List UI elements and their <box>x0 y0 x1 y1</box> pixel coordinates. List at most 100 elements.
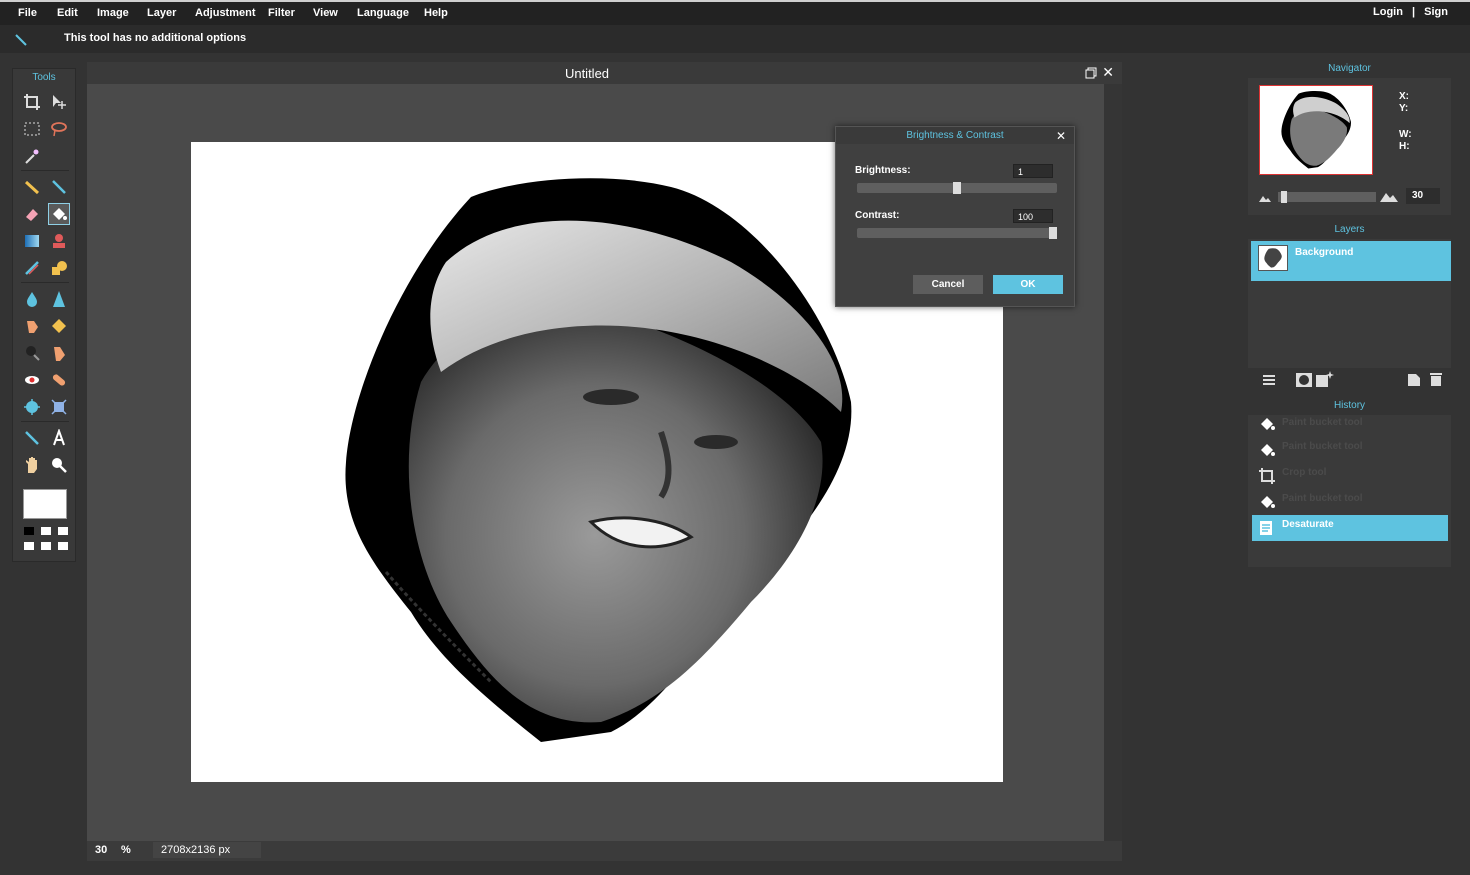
brightness-slider[interactable] <box>857 182 1057 194</box>
navigator-thumbnail[interactable] <box>1259 85 1373 175</box>
color-replace-icon <box>25 261 39 275</box>
blur-icon <box>27 292 37 307</box>
menu-edit[interactable]: Edit <box>57 7 78 19</box>
restore-window-icon[interactable] <box>1085 67 1097 79</box>
dialog-close-icon[interactable]: ✕ <box>1056 129 1066 143</box>
eraser-icon <box>26 209 38 221</box>
history-item-label: Crop tool <box>1282 467 1327 478</box>
brightness-slider-thumb[interactable] <box>953 182 961 194</box>
sign-link[interactable]: Sign <box>1424 6 1448 18</box>
crop-icon <box>1259 468 1275 484</box>
history-item[interactable]: Paint bucket tool <box>1252 437 1448 463</box>
gradient-tool-button[interactable] <box>21 230 43 252</box>
zoom-in-mountain-icon[interactable] <box>1380 191 1398 202</box>
clone-stamp-tool-button[interactable] <box>48 230 70 252</box>
layers-toolbar <box>1248 368 1451 392</box>
pinch-tool-button[interactable] <box>48 396 70 418</box>
navigator-zoom-thumb[interactable] <box>1281 191 1287 203</box>
zoom-tool-button[interactable] <box>48 454 70 476</box>
layer-name: Background <box>1295 247 1354 258</box>
paint-bucket-icon <box>53 208 67 220</box>
history-item-active[interactable]: Desaturate <box>1252 515 1448 541</box>
brightness-input[interactable]: 1 <box>1013 164 1053 178</box>
move-icon <box>53 95 66 109</box>
history-item[interactable]: Paint bucket tool <box>1252 489 1448 515</box>
sharpen-tool-button[interactable] <box>48 288 70 310</box>
contrast-slider[interactable] <box>857 227 1057 239</box>
burn-icon <box>54 347 65 361</box>
navigator-zoom-slider[interactable] <box>1278 191 1376 203</box>
red-eye-tool-button[interactable] <box>21 369 43 391</box>
lasso-tool-button[interactable] <box>48 118 70 140</box>
menu-file[interactable]: File <box>18 7 37 19</box>
crop-tool-button[interactable] <box>21 91 43 113</box>
close-document-icon[interactable]: ✕ <box>1102 64 1114 81</box>
layer-styles-icon[interactable] <box>1316 371 1334 387</box>
menu-layer[interactable]: Layer <box>147 7 176 19</box>
new-layer-icon[interactable] <box>1408 372 1420 386</box>
shapes-icon <box>52 261 67 275</box>
swatch-white-2[interactable] <box>58 527 68 535</box>
tool-options-bar: This tool has no additional options <box>0 25 1470 53</box>
marquee-tool-button[interactable] <box>21 118 43 140</box>
menu-adjustment[interactable]: Adjustment <box>195 7 256 19</box>
brush-tool-button[interactable] <box>48 176 70 198</box>
history-item-label: Paint bucket tool <box>1282 441 1363 452</box>
type-tool-button[interactable] <box>48 427 70 449</box>
document-title: Untitled <box>564 66 610 81</box>
navigator-zoom-input[interactable]: 30 <box>1406 188 1440 204</box>
color-picker-tool-button[interactable] <box>21 427 43 449</box>
paint-bucket-icon <box>1261 444 1275 456</box>
lasso-icon <box>51 122 67 137</box>
swatch-white-5[interactable] <box>58 542 68 550</box>
smudge-icon <box>27 321 38 333</box>
bloat-tool-button[interactable] <box>21 396 43 418</box>
menu-language[interactable]: Language <box>357 7 409 19</box>
color-replace-tool-button[interactable] <box>21 257 43 279</box>
burn-tool-button[interactable] <box>48 342 70 364</box>
hand-tool-button[interactable] <box>21 454 43 476</box>
shape-tool-button[interactable] <box>48 257 70 279</box>
cancel-button[interactable]: Cancel <box>913 275 983 294</box>
history-item[interactable]: Paint bucket tool <box>1252 411 1448 437</box>
contrast-input[interactable]: 100 <box>1013 209 1053 223</box>
ok-button[interactable]: OK <box>993 275 1063 294</box>
brush-icon <box>52 180 66 194</box>
layer-item[interactable]: Background <box>1251 241 1451 281</box>
vertical-scrollbar[interactable] <box>1104 84 1122 841</box>
layer-mask-icon[interactable] <box>1296 373 1312 387</box>
history-item-label: Desaturate <box>1282 519 1334 530</box>
zoom-out-mountain-icon[interactable] <box>1259 194 1271 202</box>
magic-wand-icon <box>25 149 39 164</box>
smudge-tool-button[interactable] <box>21 315 43 337</box>
magic-wand-tool-button[interactable] <box>21 145 43 167</box>
spot-heal-tool-button[interactable] <box>48 369 70 391</box>
blur-tool-button[interactable] <box>21 288 43 310</box>
sponge-tool-button[interactable] <box>48 315 70 337</box>
image-dimensions: 2708x2136 px <box>153 842 261 858</box>
pencil-tool-button[interactable] <box>21 176 43 198</box>
menu-view[interactable]: View <box>313 7 338 19</box>
layers-panel: Layers Background <box>1248 221 1451 392</box>
history-item[interactable]: Crop tool <box>1252 463 1448 489</box>
eraser-tool-button[interactable] <box>21 203 43 225</box>
menu-help[interactable]: Help <box>424 7 448 19</box>
trash-icon[interactable] <box>1430 372 1442 386</box>
foreground-background-color[interactable] <box>23 489 67 519</box>
contrast-slider-thumb[interactable] <box>1049 227 1057 239</box>
paint-bucket-tool-button[interactable] <box>48 203 70 225</box>
menu-image[interactable]: Image <box>97 7 129 19</box>
menu-bar: File Edit Image Layer Adjustment Filter … <box>0 0 1470 25</box>
swatch-white-4[interactable] <box>41 542 51 550</box>
login-link[interactable]: Login <box>1373 6 1403 18</box>
dodge-tool-button[interactable] <box>21 342 43 364</box>
zoom-level[interactable]: 30 <box>95 844 107 856</box>
move-tool-button[interactable] <box>48 91 70 113</box>
layer-settings-icon[interactable] <box>1262 373 1276 387</box>
tools-panel: Tools <box>12 68 76 562</box>
menu-filter[interactable]: Filter <box>268 7 295 19</box>
swatch-white-3[interactable] <box>24 542 34 550</box>
swatch-black[interactable] <box>24 527 34 535</box>
navigator-panel: Navigator X: Y: W: H: 30 <box>1248 60 1451 215</box>
swatch-white-1[interactable] <box>41 527 51 535</box>
